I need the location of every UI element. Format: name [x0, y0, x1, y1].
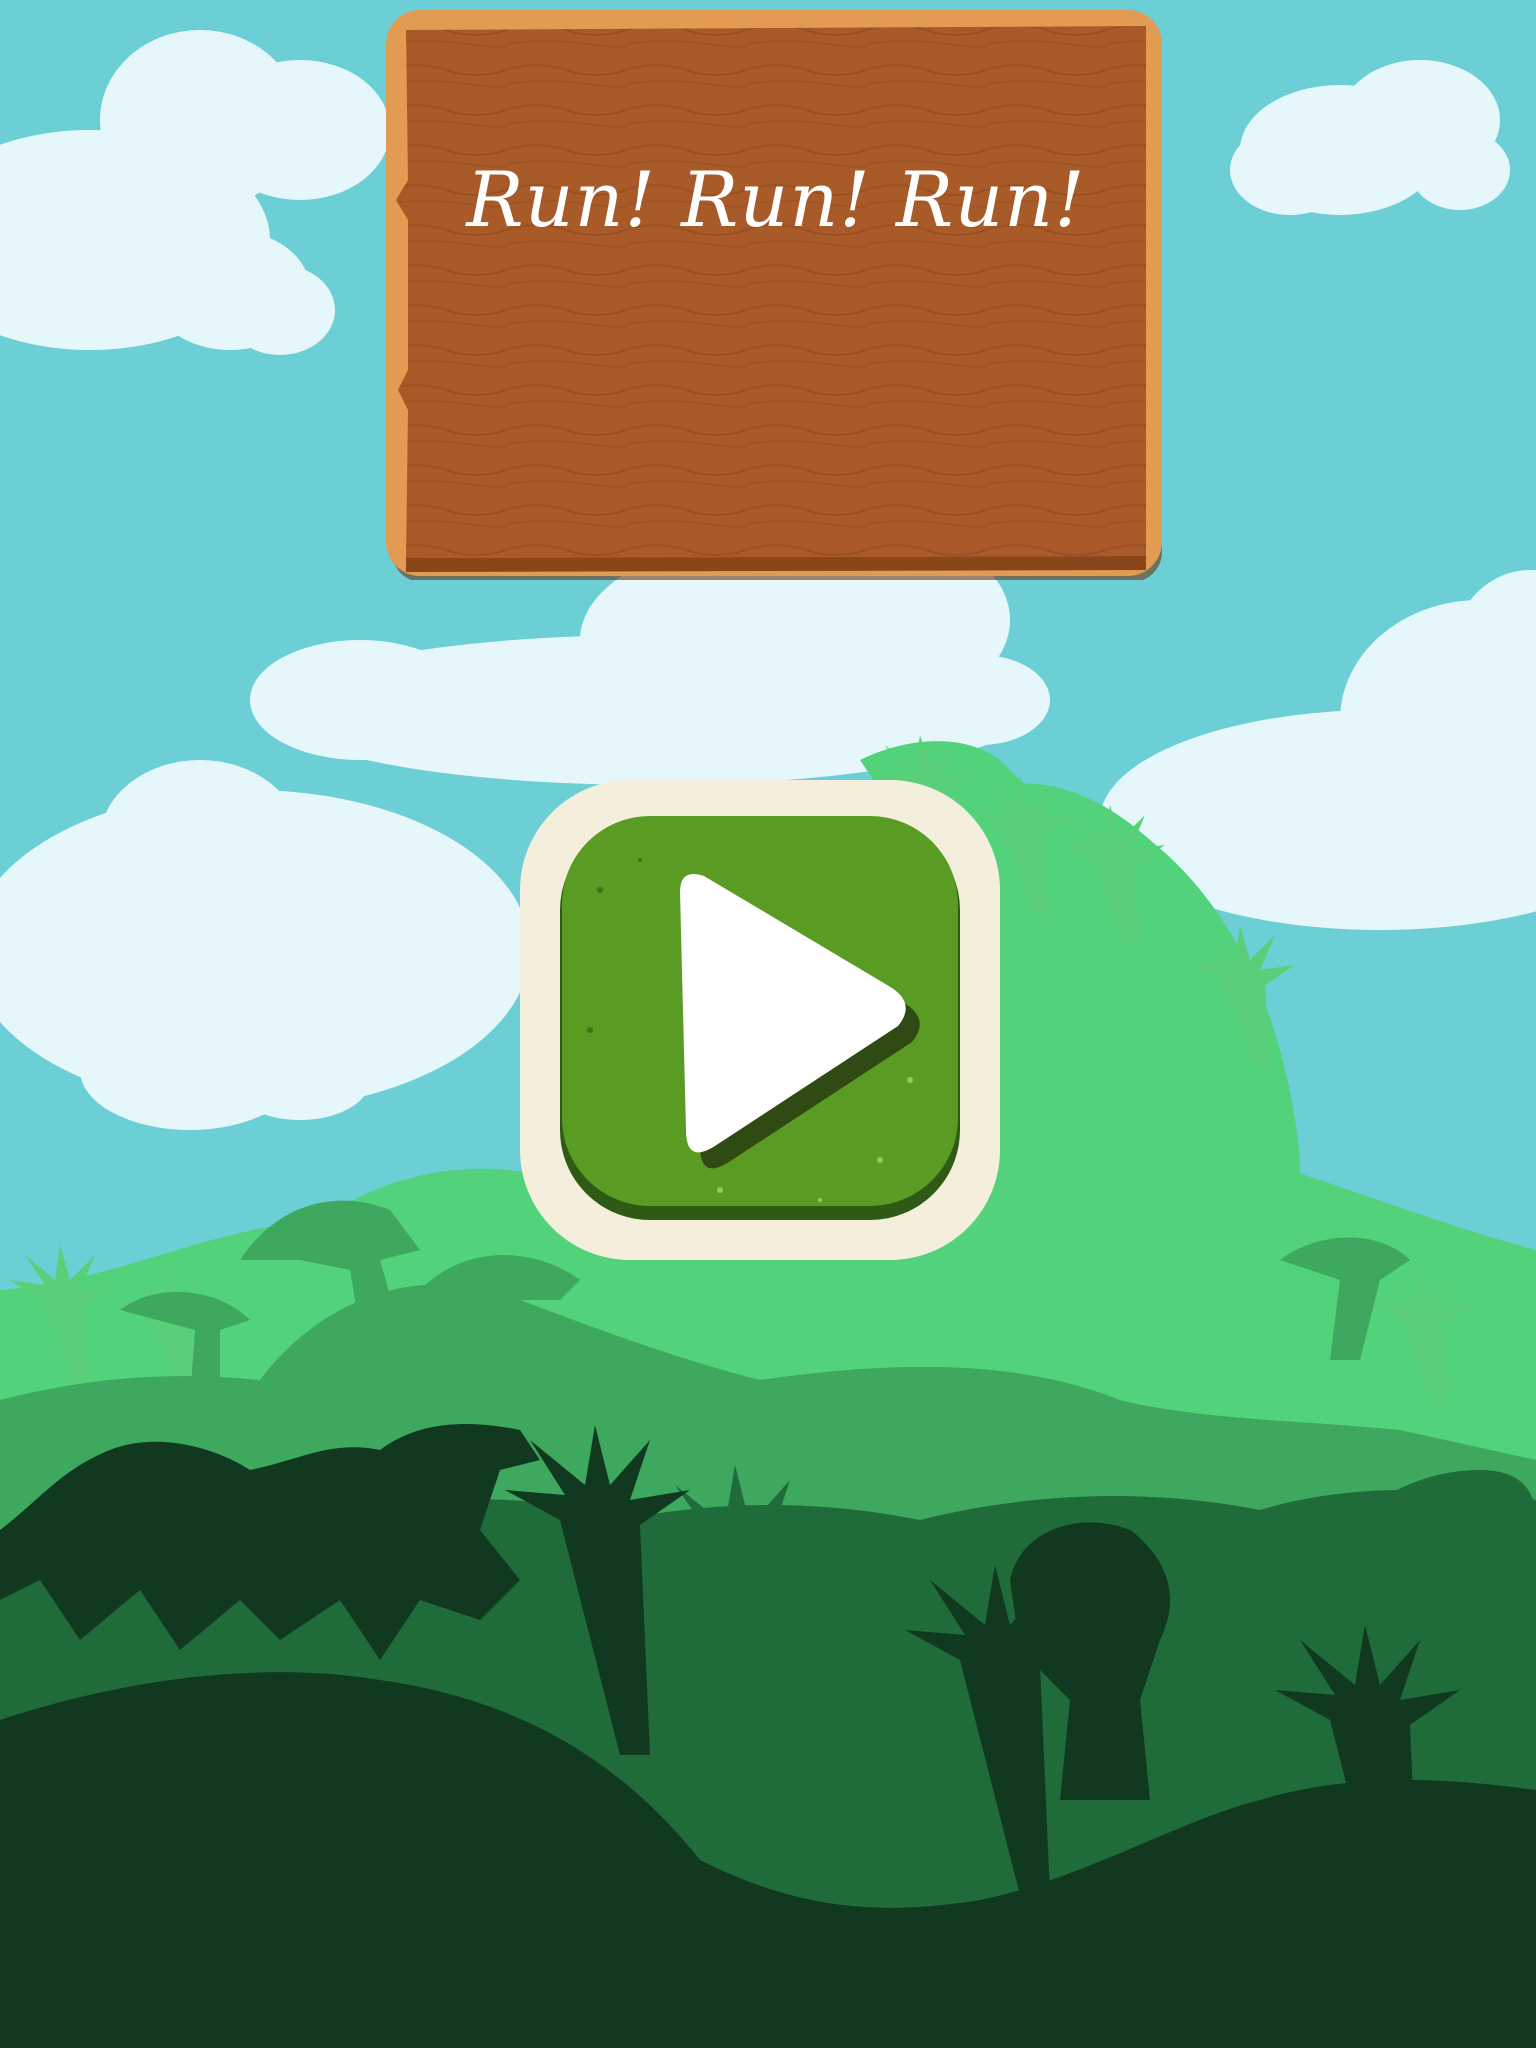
title-sign: Run! Run! Run!: [386, 10, 1166, 582]
play-button-graphic: [520, 780, 1000, 1260]
game-title: Run! Run! Run!: [466, 154, 1086, 244]
play-button[interactable]: [520, 780, 1000, 1260]
